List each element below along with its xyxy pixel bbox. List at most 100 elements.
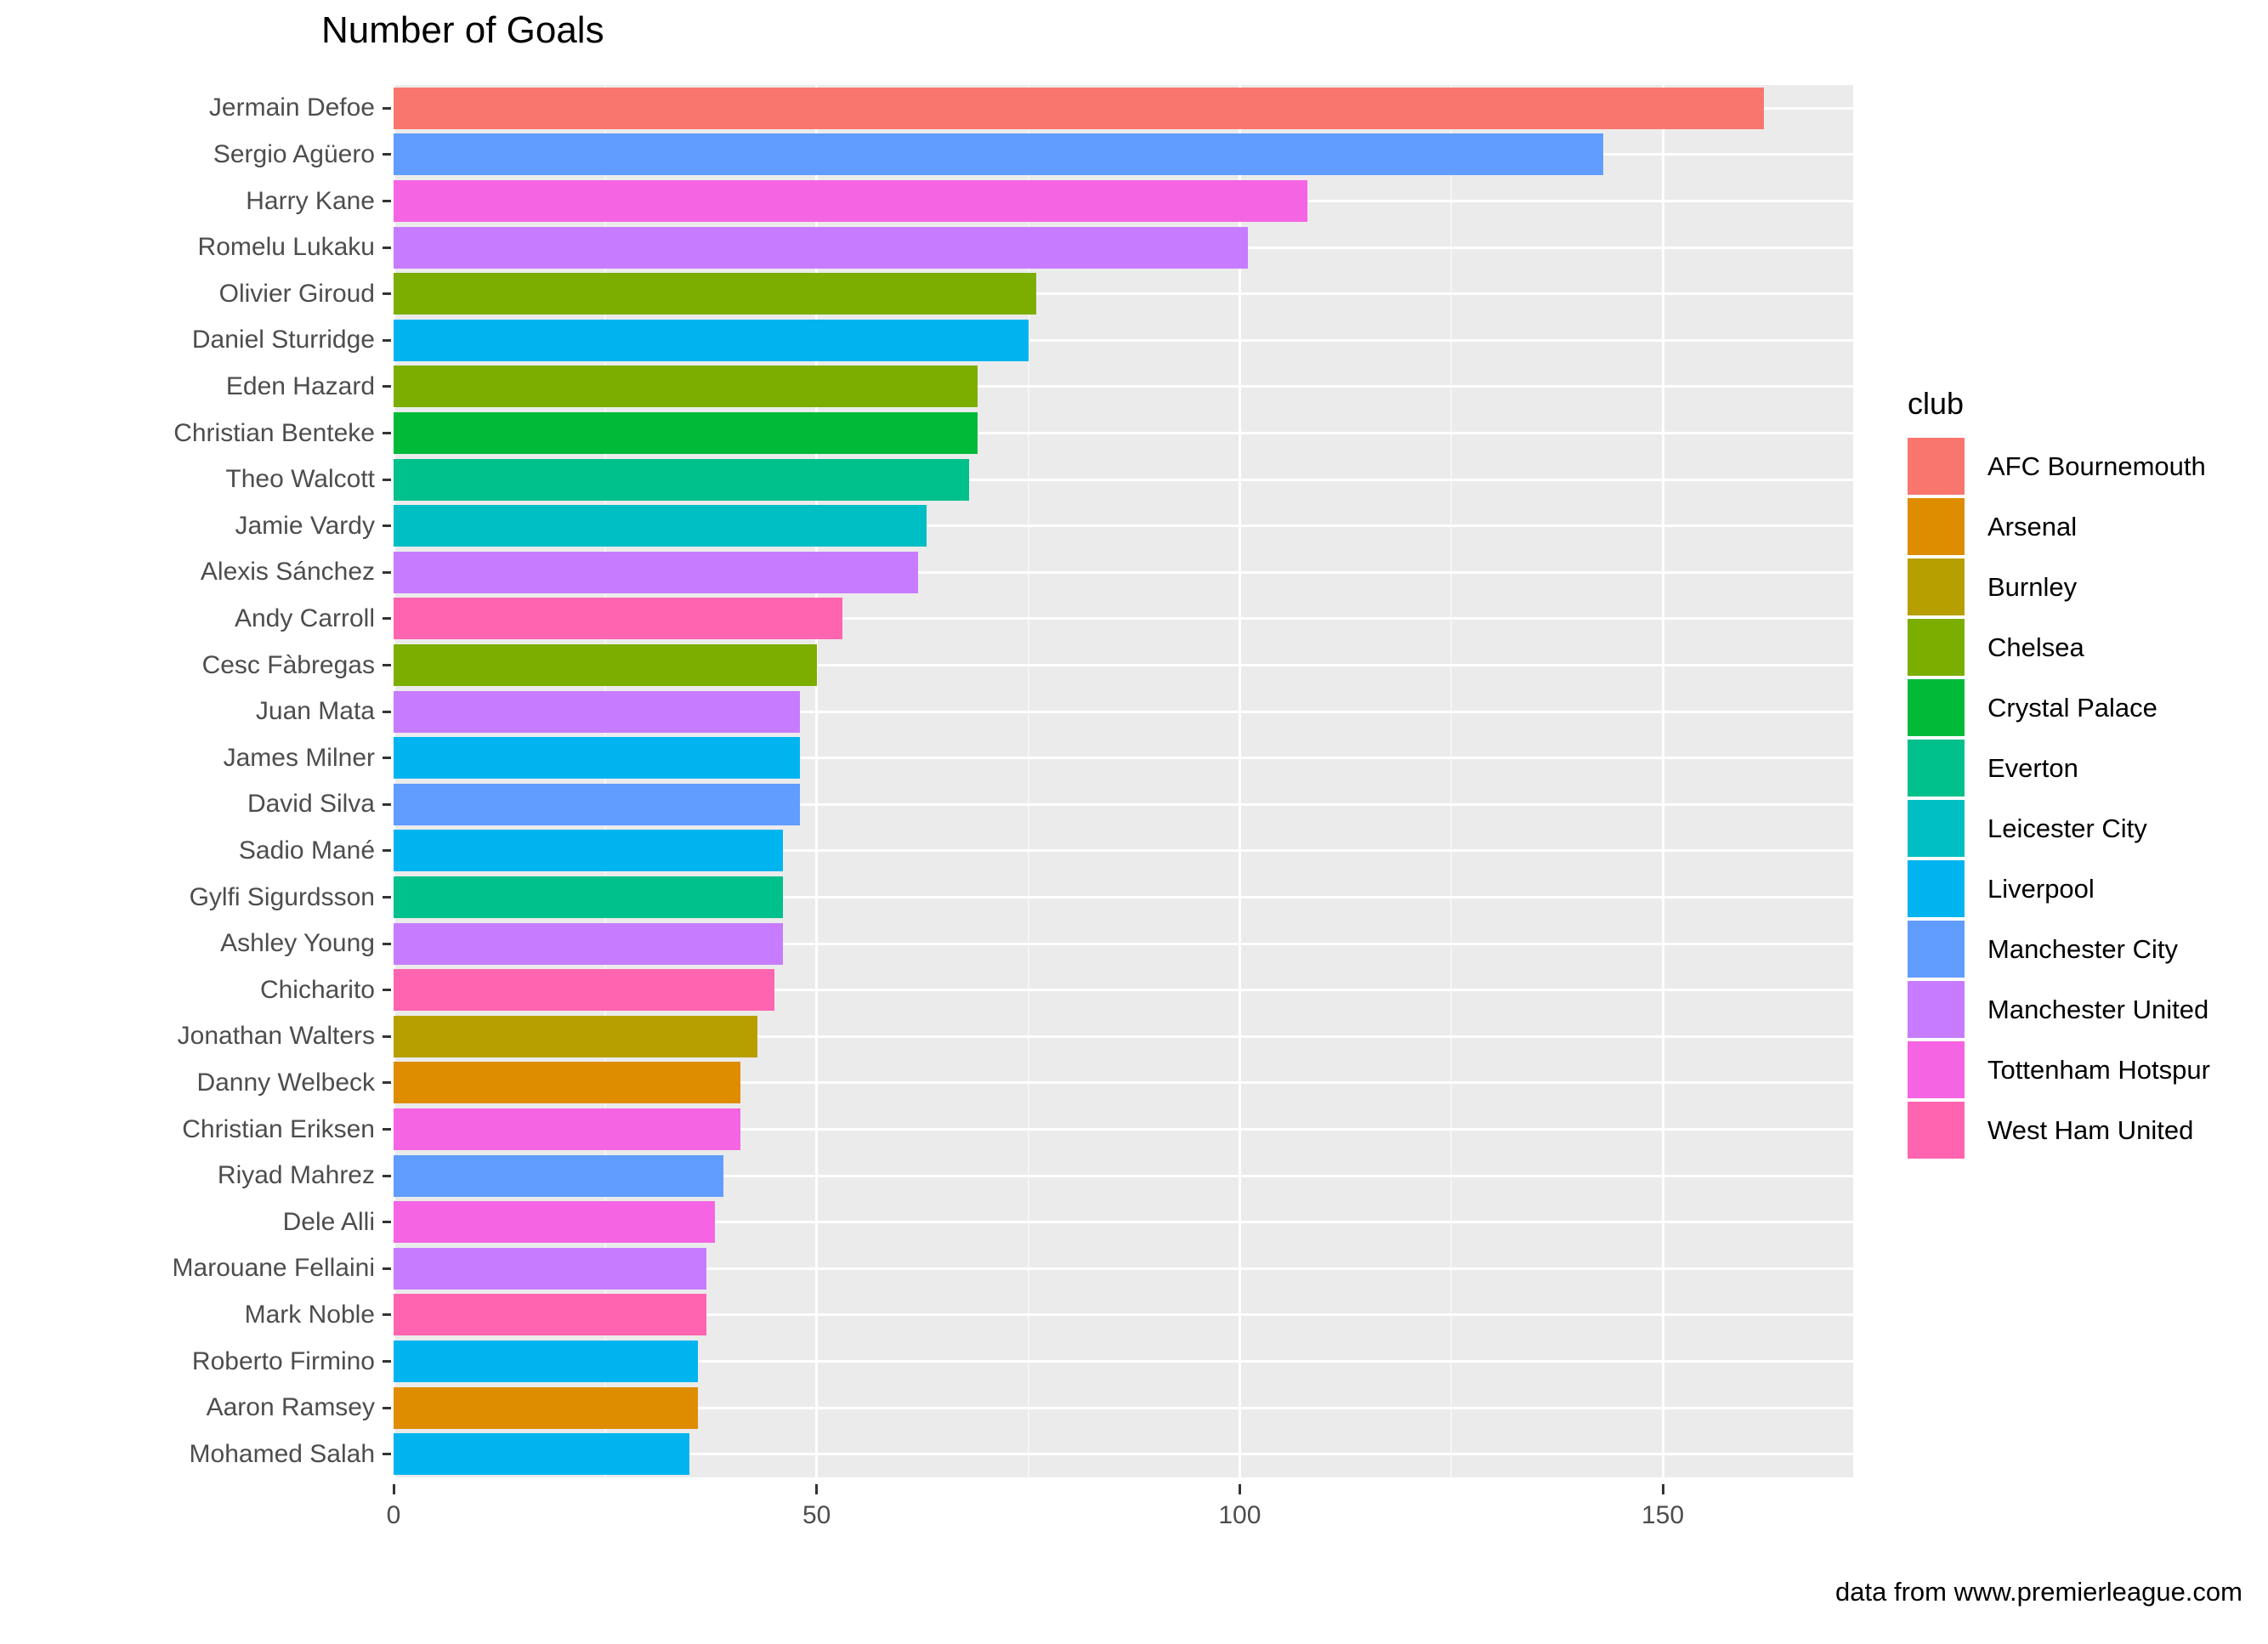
y-axis-tick-label: David Silva (247, 790, 375, 819)
y-axis-tick-mark (383, 570, 391, 574)
bar[interactable] (394, 1108, 741, 1151)
bar[interactable] (394, 690, 800, 733)
bar[interactable] (394, 179, 1307, 223)
bar[interactable] (394, 876, 783, 919)
legend-item[interactable]: Arsenal (1908, 496, 2210, 557)
bar[interactable] (394, 1340, 699, 1383)
y-axis-tick-label: Ashley Young (220, 929, 375, 958)
legend-item[interactable]: AFC Bournemouth (1908, 436, 2210, 496)
bar[interactable] (394, 1433, 690, 1476)
y-axis-tick-label: Gylfi Sigurdsson (189, 882, 375, 911)
bar-row (394, 737, 1853, 779)
y-axis-tick-mark (383, 757, 391, 760)
bar[interactable] (394, 133, 1604, 176)
bar[interactable] (394, 505, 927, 547)
legend-color-swatch (1908, 860, 1965, 917)
bar-row (394, 458, 1853, 501)
legend-title: club (1908, 386, 1965, 421)
x-axis-tick-mark (1661, 1484, 1664, 1494)
bar-row (394, 1386, 1853, 1429)
bar-row (394, 226, 1853, 269)
page-title: Number of Goals (321, 9, 604, 51)
legend-item[interactable]: Manchester City (1908, 919, 2210, 979)
x-axis-tick-label: 100 (1218, 1501, 1262, 1529)
legend-item-label: Arsenal (1987, 511, 2078, 541)
bar[interactable] (394, 969, 774, 1012)
legend-item[interactable]: Liverpool (1908, 859, 2210, 919)
y-axis-tick-label: Marouane Fellaini (172, 1254, 375, 1283)
y-axis-tick-label: Danny Welbeck (196, 1068, 375, 1097)
legend-item[interactable]: Manchester United (1908, 979, 2210, 1040)
legend-item[interactable]: Burnley (1908, 557, 2210, 617)
bar[interactable] (394, 1247, 707, 1290)
x-axis-tick-mark (1238, 1484, 1241, 1494)
bar[interactable] (394, 319, 1029, 361)
legend-item-label: Everton (1987, 752, 2078, 783)
y-axis-tick-mark (383, 849, 391, 853)
bar[interactable] (394, 1294, 707, 1336)
legend-item-label: Leicester City (1987, 813, 2147, 843)
bar[interactable] (394, 1154, 724, 1197)
y-axis-tick-label: Romelu Lukaku (197, 233, 375, 262)
y-axis-tick-mark (383, 664, 391, 666)
bar[interactable] (394, 1201, 716, 1244)
y-axis-tick-label: Dele Alli (282, 1207, 375, 1236)
y-axis-tick-mark (383, 1174, 391, 1177)
bar[interactable] (394, 1062, 741, 1104)
bar[interactable] (394, 411, 978, 455)
bar[interactable] (394, 922, 783, 965)
y-axis-tick-mark (383, 710, 391, 713)
bar[interactable] (394, 643, 817, 687)
bar-row (394, 133, 1853, 176)
y-axis-tick-mark (383, 1406, 391, 1409)
bar-row (394, 319, 1853, 361)
legend-item[interactable]: Leicester City (1908, 798, 2210, 859)
legend-color-swatch (1908, 558, 1965, 615)
y-axis-tick-mark (383, 896, 391, 899)
legend-item[interactable]: Everton (1908, 738, 2210, 798)
y-axis-tick-label: Harry Kane (246, 186, 375, 215)
bar[interactable] (394, 1015, 757, 1057)
bar[interactable] (394, 1386, 699, 1429)
y-axis-tick-mark (383, 385, 391, 388)
y-axis-tick-label: Roberto Firmino (191, 1346, 375, 1375)
y-axis-tick-mark (383, 478, 391, 481)
legend-item[interactable]: Crystal Palace (1908, 677, 2210, 738)
y-axis-tick-label: Andy Carroll (234, 604, 375, 632)
bar-row (394, 551, 1853, 593)
legend-color-swatch (1908, 800, 1965, 857)
y-axis-tick-mark (383, 153, 391, 156)
bar[interactable] (394, 273, 1037, 315)
y-axis-tick-mark (383, 200, 391, 202)
bar[interactable] (394, 737, 800, 779)
bar[interactable] (394, 598, 842, 640)
legend-item-label: Burnley (1987, 571, 2078, 602)
x-axis-tick-mark (392, 1484, 395, 1494)
y-axis-tick-mark (383, 106, 391, 110)
y-axis-tick-label: Cesc Fàbregas (201, 650, 375, 679)
legend-color-swatch (1908, 740, 1965, 796)
legend-item-label: Crystal Palace (1987, 692, 2157, 723)
legend-item[interactable]: Chelsea (1908, 617, 2210, 677)
bar[interactable] (394, 366, 978, 408)
bar[interactable] (394, 830, 783, 872)
bar[interactable] (394, 551, 919, 593)
x-axis-tick-label: 0 (386, 1501, 401, 1529)
bar[interactable] (394, 87, 1765, 129)
bar-row (394, 1433, 1853, 1476)
legend-item-label: Manchester United (1987, 994, 2209, 1024)
legend-item[interactable]: West Ham United (1908, 1100, 2210, 1160)
legend-item[interactable]: Tottenham Hotspur (1908, 1040, 2210, 1100)
y-axis-tick-mark (383, 338, 391, 342)
bar-row (394, 87, 1853, 129)
bar[interactable] (394, 458, 969, 501)
bar-row (394, 1108, 1853, 1151)
y-axis-tick-label: Juan Mata (255, 697, 375, 726)
y-axis-tick-mark (383, 942, 391, 945)
bar-row (394, 690, 1853, 733)
y-axis-tick-label: Aaron Ramsey (206, 1393, 375, 1422)
legend-color-swatch (1908, 438, 1965, 495)
bar[interactable] (394, 783, 800, 825)
bar[interactable] (394, 226, 1249, 269)
bar-row (394, 273, 1853, 315)
